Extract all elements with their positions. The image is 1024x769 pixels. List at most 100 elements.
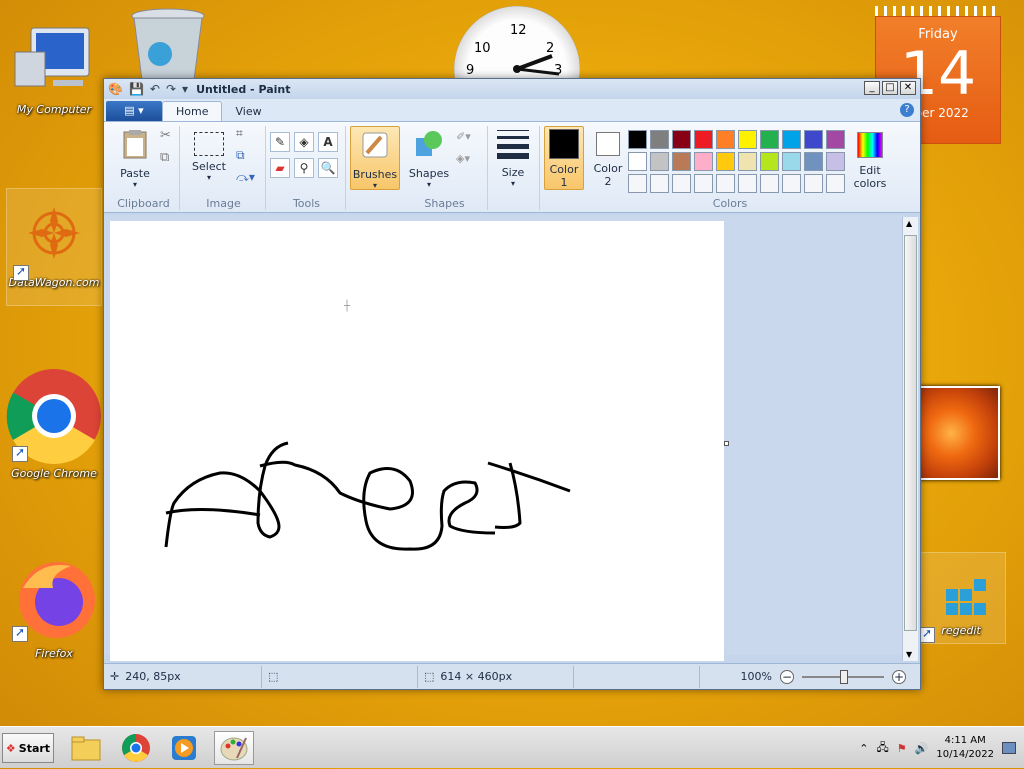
redo-icon[interactable]: ↷ xyxy=(166,82,176,96)
color-swatch[interactable] xyxy=(628,174,647,193)
color-swatch[interactable] xyxy=(716,152,735,171)
clock-minute-hand xyxy=(516,67,560,76)
color1-button[interactable]: Color 1 xyxy=(544,126,584,190)
edit-colors-button[interactable]: Edit colors xyxy=(846,128,894,190)
tab-view[interactable]: View xyxy=(222,102,274,121)
color-swatch[interactable] xyxy=(716,130,735,149)
vertical-scrollbar[interactable]: ▲ ▼ xyxy=(902,217,918,661)
show-hidden-icons-arrow-icon[interactable]: ⌃ xyxy=(859,742,868,755)
color-swatch[interactable] xyxy=(738,130,757,149)
color-swatch[interactable] xyxy=(760,130,779,149)
action-center-icon[interactable]: ⚑ xyxy=(897,742,907,755)
color-swatch[interactable] xyxy=(716,174,735,193)
desktop-icon-datawagon[interactable]: DataWagon.com xyxy=(6,188,102,306)
color-swatch[interactable] xyxy=(738,174,757,193)
desktop-icon-firefox[interactable]: Firefox xyxy=(6,558,102,660)
fill-icon[interactable]: ◈ xyxy=(294,132,314,152)
color-picker-icon[interactable]: ⚲ xyxy=(294,158,314,178)
size-button[interactable]: Size ▾ xyxy=(488,128,538,188)
minimize-button[interactable]: _ xyxy=(864,81,880,95)
color-swatch[interactable] xyxy=(804,152,823,171)
undo-icon[interactable]: ↶ xyxy=(150,82,160,96)
zoom-slider-thumb[interactable] xyxy=(840,669,848,684)
recycle-bin-icon[interactable] xyxy=(128,6,208,85)
taskbar-media-player[interactable] xyxy=(164,731,204,765)
scrollbar-thumb[interactable] xyxy=(904,235,917,631)
crop-icon[interactable]: ⌗ xyxy=(236,126,243,141)
desktop-icon-regedit[interactable]: regedit xyxy=(916,552,1006,644)
close-button[interactable]: ✕ xyxy=(900,81,916,95)
tab-home[interactable]: Home xyxy=(162,101,223,121)
show-desktop-button[interactable] xyxy=(1002,742,1016,754)
maximize-button[interactable]: □ xyxy=(882,81,898,95)
eraser-icon[interactable]: ▰ xyxy=(270,158,290,178)
color-swatch[interactable] xyxy=(628,152,647,171)
color-swatch[interactable] xyxy=(694,130,713,149)
tray-clock[interactable]: 4:11 AM 10/14/2022 xyxy=(936,734,994,762)
desktop-icon-my-computer[interactable]: My Computer xyxy=(6,22,102,116)
resize-icon[interactable]: ⧉ xyxy=(236,148,245,163)
paint-menu-button[interactable]: ▤ ▾ xyxy=(106,101,162,121)
copy-icon[interactable]: ⧉ xyxy=(160,150,169,165)
color-swatch[interactable] xyxy=(760,152,779,171)
scroll-up-arrow-icon[interactable]: ▲ xyxy=(906,219,912,228)
shape-fill-icon[interactable]: ◈▾ xyxy=(456,152,470,165)
pencil-icon[interactable]: ✎ xyxy=(270,132,290,152)
taskbar-paint[interactable] xyxy=(214,731,254,765)
zoom-control: 100% − + xyxy=(741,669,920,684)
color-swatch[interactable] xyxy=(782,130,801,149)
save-icon[interactable]: 💾 xyxy=(129,82,144,96)
size-label: Size xyxy=(501,166,525,179)
color-swatch[interactable] xyxy=(628,130,647,149)
drawing-canvas[interactable]: ┼ xyxy=(110,221,724,661)
canvas-resize-handle[interactable] xyxy=(724,441,729,446)
image-size: ⬚ 614 × 460px xyxy=(418,665,574,688)
cut-icon[interactable]: ✂ xyxy=(160,128,171,143)
shapes-button[interactable]: Shapes ▾ xyxy=(404,128,454,189)
desktop-icon-google-chrome[interactable]: Google Chrome xyxy=(6,368,102,480)
customize-dropdown-icon[interactable]: ▾ xyxy=(182,82,188,96)
outline-icon[interactable]: ✐▾ xyxy=(456,130,471,143)
help-icon[interactable]: ? xyxy=(900,103,914,117)
paint-app-icon[interactable]: 🎨 xyxy=(108,82,123,96)
color-swatch[interactable] xyxy=(672,174,691,193)
color-swatch[interactable] xyxy=(694,174,713,193)
color-swatch[interactable] xyxy=(738,152,757,171)
color-swatch[interactable] xyxy=(826,130,845,149)
color-swatch[interactable] xyxy=(804,174,823,193)
rotate-icon[interactable]: ⤼▾ xyxy=(236,170,255,185)
select-button[interactable]: Select ▾ xyxy=(184,128,234,182)
color-swatch[interactable] xyxy=(694,152,713,171)
line-size-icon xyxy=(497,130,529,162)
zoom-out-button[interactable]: − xyxy=(780,669,794,684)
brush-icon xyxy=(362,132,388,158)
color-swatch[interactable] xyxy=(672,130,691,149)
group-label-clipboard: Clipboard xyxy=(117,197,170,210)
color-swatch[interactable] xyxy=(782,152,801,171)
color-swatch[interactable] xyxy=(672,152,691,171)
taskbar-chrome[interactable] xyxy=(116,731,156,765)
color2-button[interactable]: Color 2 xyxy=(588,128,628,188)
scroll-down-arrow-icon[interactable]: ▼ xyxy=(906,650,912,659)
start-button[interactable]: ❖ Start xyxy=(2,733,54,763)
color-swatch[interactable] xyxy=(804,130,823,149)
slideshow-gadget[interactable] xyxy=(918,386,1000,480)
shortcut-arrow-icon xyxy=(12,625,28,642)
magnifier-icon[interactable]: 🔍 xyxy=(318,158,338,178)
color-swatch[interactable] xyxy=(826,174,845,193)
brushes-button[interactable]: Brushes ▾ xyxy=(350,126,400,190)
zoom-slider[interactable] xyxy=(802,669,884,684)
color-swatch[interactable] xyxy=(782,174,801,193)
color-swatch[interactable] xyxy=(650,174,669,193)
color-swatch[interactable] xyxy=(760,174,779,193)
paste-button[interactable]: Paste ▾ xyxy=(110,128,160,189)
color-swatch[interactable] xyxy=(650,130,669,149)
taskbar-explorer[interactable] xyxy=(66,731,106,765)
color-swatch[interactable] xyxy=(650,152,669,171)
text-icon[interactable]: A xyxy=(318,132,338,152)
network-icon[interactable]: 🖧 xyxy=(877,739,889,758)
desktop-icon-label: Firefox xyxy=(35,647,73,660)
zoom-in-button[interactable]: + xyxy=(892,669,906,684)
color-swatch[interactable] xyxy=(826,152,845,171)
volume-icon[interactable]: 🔊 xyxy=(915,742,929,755)
